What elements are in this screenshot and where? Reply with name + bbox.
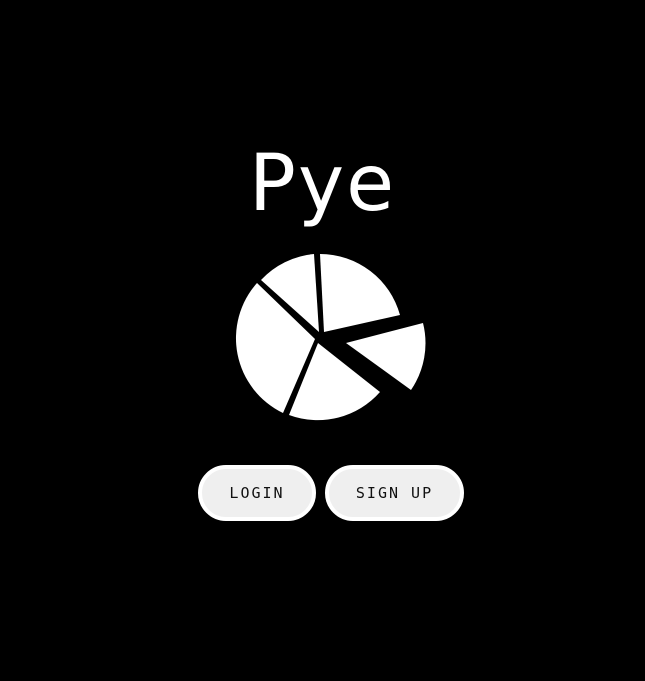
pie-chart-icon [235, 254, 426, 421]
pie-chart-logo [228, 247, 433, 427]
login-button[interactable]: LOGIN [198, 465, 316, 521]
pie-slice-top-right [320, 254, 400, 332]
sign-up-button[interactable]: SIGN UP [325, 465, 464, 521]
app-title: Pye [248, 139, 397, 229]
